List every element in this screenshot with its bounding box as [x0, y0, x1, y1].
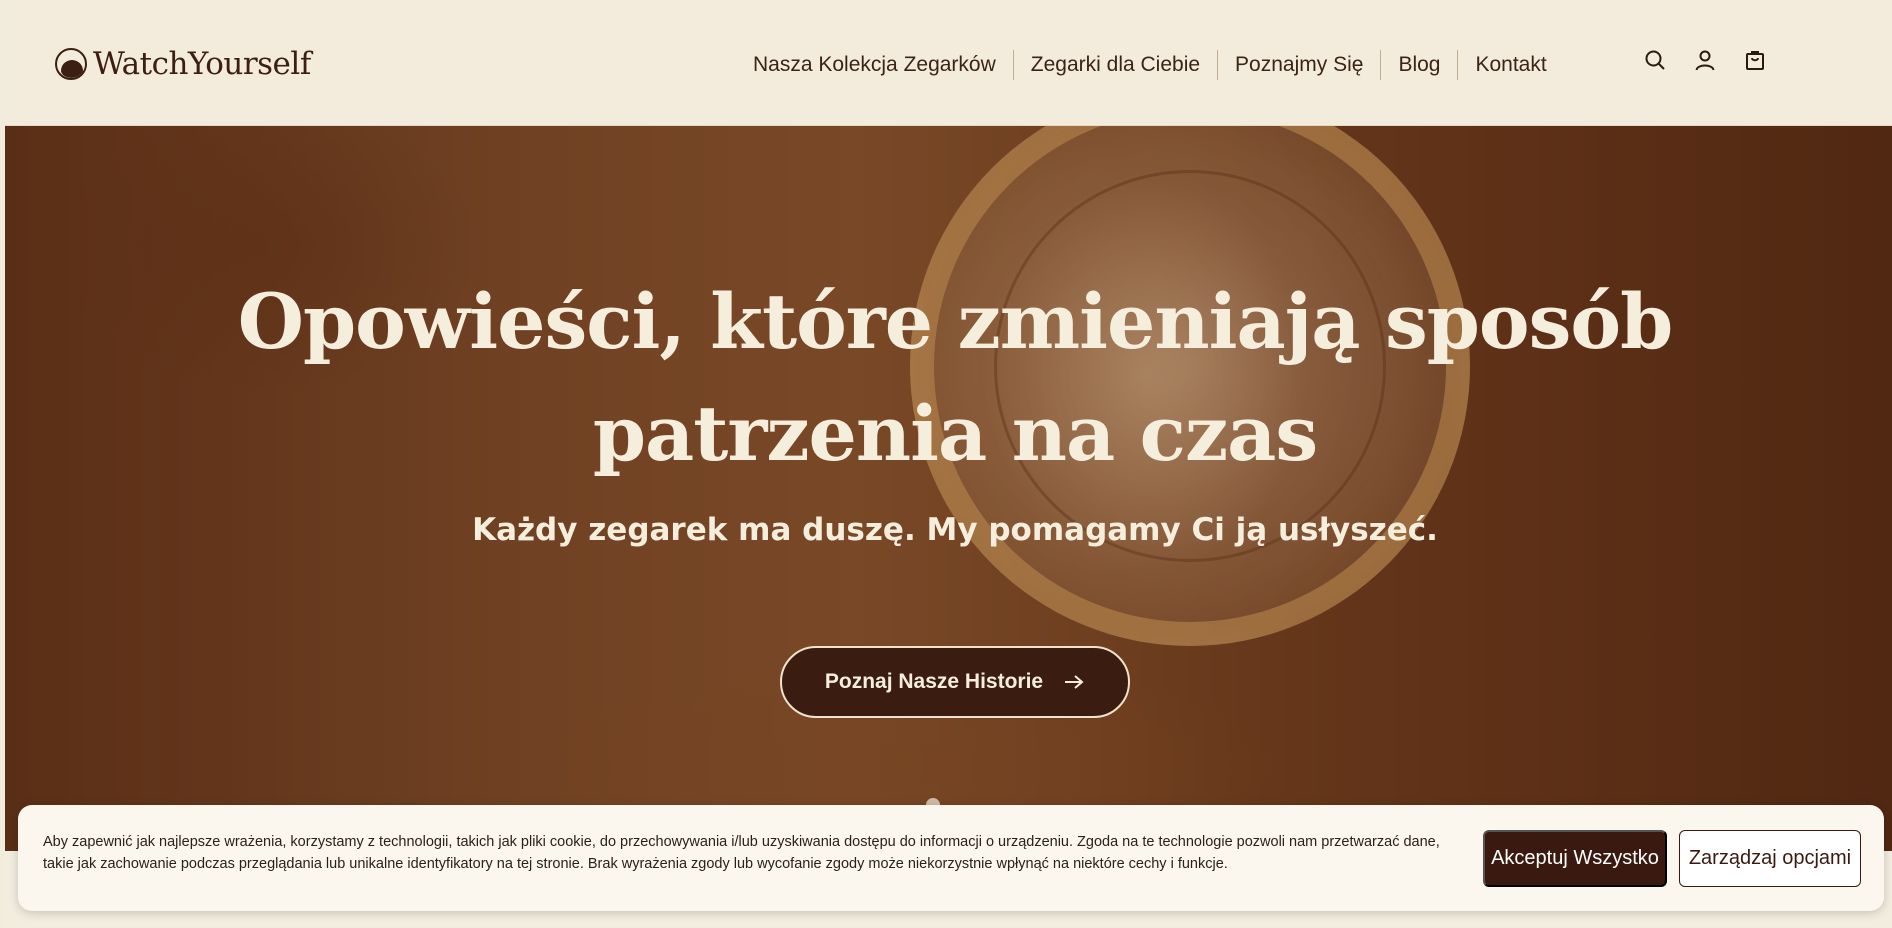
hero-subtitle: Każdy zegarek ma duszę. My pomagamy Ci j… — [472, 512, 1438, 548]
hero-section: Opowieści, które zmieniają sposób patrze… — [5, 126, 1892, 851]
nav-item-contact[interactable]: Kontakt — [1457, 50, 1563, 80]
cart-icon[interactable] — [1743, 48, 1767, 72]
logo[interactable]: WatchYourself — [55, 44, 311, 84]
hero-cta-label: Poznaj Nasze Historie — [824, 670, 1044, 693]
nav-item-blog[interactable]: Blog — [1380, 50, 1457, 80]
main-nav: Nasza Kolekcja Zegarków Zegarki dla Cieb… — [736, 48, 1564, 82]
arrow-right-icon — [1065, 675, 1084, 689]
cookie-banner: Aby zapewnić jak najlepsze wrażenia, kor… — [18, 805, 1884, 911]
user-icon[interactable] — [1693, 48, 1717, 72]
nav-item-watches-for-you[interactable]: Zegarki dla Ciebie — [1012, 50, 1217, 80]
cookie-text: Aby zapewnić jak najlepsze wrażenia, kor… — [43, 834, 1440, 872]
accept-all-button[interactable]: Akceptuj Wszystko — [1483, 830, 1667, 887]
hero-title: Opowieści, które zmieniają sposób patrze… — [237, 277, 1673, 478]
manage-options-button[interactable]: Zarządzaj opcjami — [1679, 830, 1861, 887]
nav-item-collection[interactable]: Nasza Kolekcja Zegarków — [736, 50, 1013, 80]
hero-cta-button[interactable]: Poznaj Nasze Historie — [780, 646, 1130, 718]
logo-text: WatchYourself — [93, 46, 311, 82]
site-header: WatchYourself Nasza Kolekcja Zegarków Ze… — [5, 0, 1892, 126]
header-icons — [1643, 48, 1767, 72]
logo-mark-icon — [55, 48, 87, 80]
search-icon[interactable] — [1643, 48, 1667, 72]
nav-item-about[interactable]: Poznajmy Się — [1217, 50, 1380, 80]
